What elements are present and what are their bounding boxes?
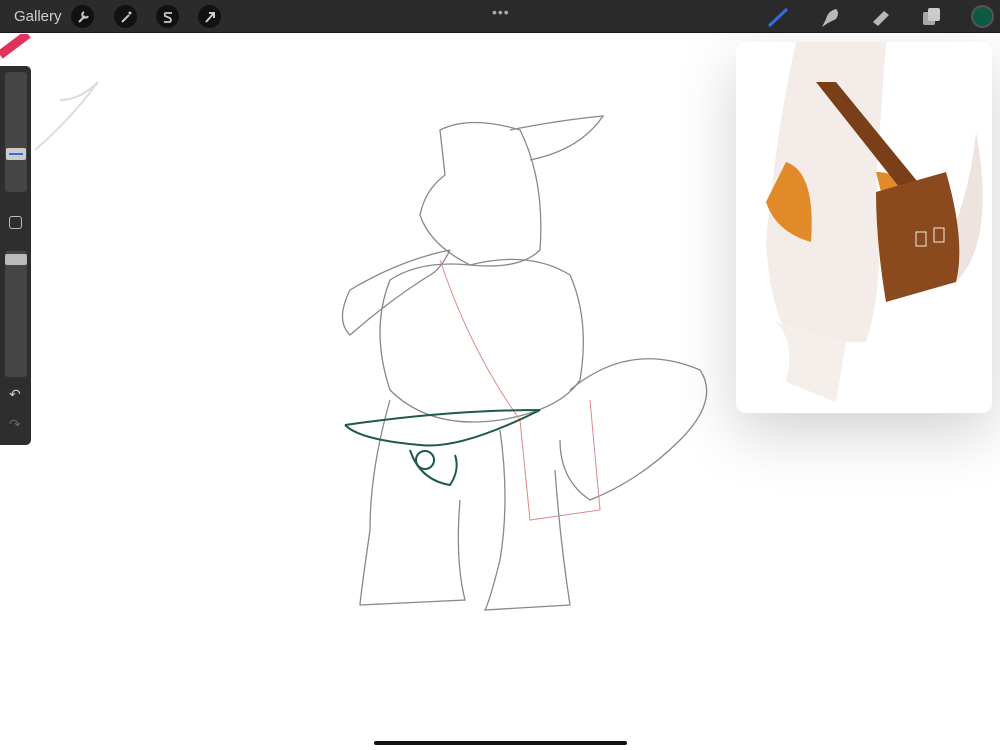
modify-button[interactable] bbox=[9, 216, 22, 229]
selection-icon[interactable] bbox=[156, 5, 179, 28]
transform-arrow-icon[interactable] bbox=[198, 5, 221, 28]
more-options-button[interactable]: ••• bbox=[492, 4, 510, 20]
wrench-icon[interactable] bbox=[71, 5, 94, 28]
brush-size-slider[interactable] bbox=[5, 72, 27, 192]
reference-window[interactable] bbox=[736, 42, 992, 413]
opacity-thumb[interactable] bbox=[5, 254, 27, 265]
layers-icon[interactable] bbox=[920, 5, 944, 29]
top-toolbar: Gallery ••• bbox=[0, 0, 1000, 33]
opacity-slider[interactable] bbox=[5, 251, 27, 377]
sidebar: ↶ ↷ bbox=[0, 66, 31, 445]
brush-size-thumb[interactable] bbox=[6, 148, 26, 160]
home-indicator[interactable] bbox=[374, 741, 627, 745]
brush-icon[interactable] bbox=[766, 5, 790, 29]
color-picker-button[interactable] bbox=[971, 5, 994, 28]
gallery-button[interactable]: Gallery bbox=[14, 8, 62, 25]
smudge-icon[interactable] bbox=[818, 5, 842, 29]
redo-button[interactable]: ↷ bbox=[9, 416, 21, 433]
undo-button[interactable]: ↶ bbox=[9, 386, 21, 403]
eraser-icon[interactable] bbox=[869, 5, 893, 29]
magic-wand-icon[interactable] bbox=[114, 5, 137, 28]
reference-image bbox=[736, 42, 992, 413]
